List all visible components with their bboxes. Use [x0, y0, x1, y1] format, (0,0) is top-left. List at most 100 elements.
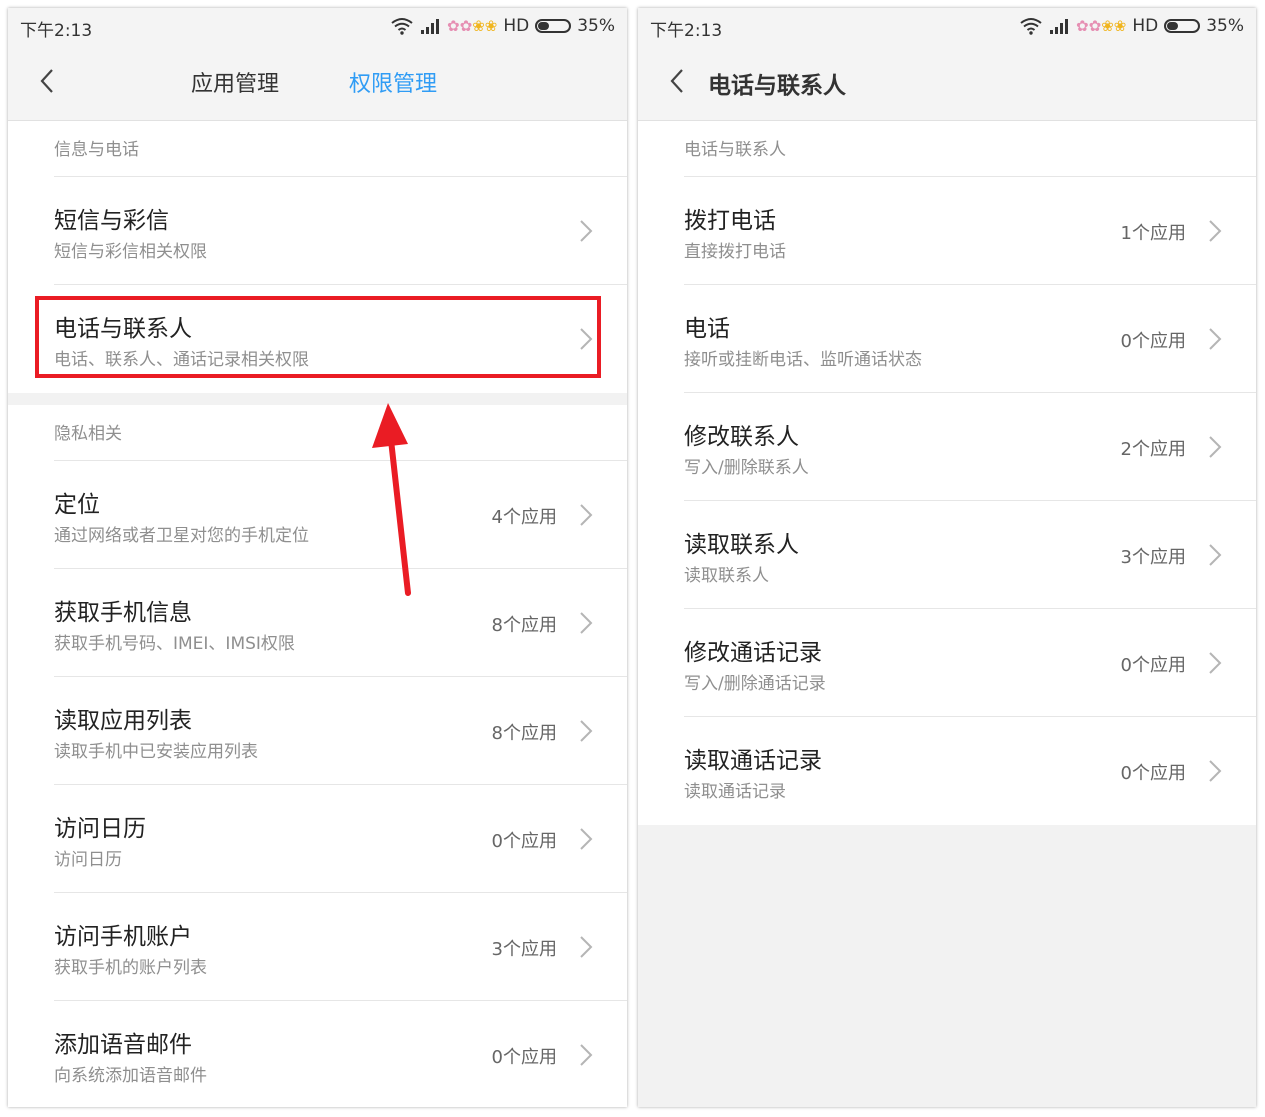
list-item-subtitle: 获取手机号码、IMEI、IMSI权限: [54, 634, 295, 654]
permission-detail-list: 电话与联系人 拨打电话 直接拨打电话 1个应用 电话 接听或挂断电话、监听通话状…: [638, 121, 1256, 1107]
list-item-subtitle: 短信与彩信相关权限: [54, 242, 207, 262]
app-count: 0个应用: [491, 831, 557, 852]
app-count: 0个应用: [1120, 763, 1186, 784]
chevron-right-icon: [580, 328, 593, 350]
chevron-right-icon: [580, 936, 593, 958]
chevron-right-icon: [1209, 544, 1222, 566]
list-item-location[interactable]: 定位 通过网络或者卫星对您的手机定位 4个应用: [8, 461, 627, 569]
chevron-right-icon: [1209, 652, 1222, 674]
list-item-sms[interactable]: 短信与彩信 短信与彩信相关权限: [8, 177, 627, 285]
wifi-icon: [1020, 18, 1042, 35]
app-count: 8个应用: [491, 615, 557, 636]
nav-bar: 应用管理 权限管理: [8, 44, 627, 121]
flower-icon: ✿✿❀❀: [1076, 16, 1127, 35]
section-header-phone-contacts: 电话与联系人: [638, 121, 1256, 177]
list-item-calendar[interactable]: 访问日历 访问日历 0个应用: [8, 785, 627, 893]
tab-permission-manage[interactable]: 权限管理: [349, 66, 437, 98]
list-item-title: 定位: [54, 492, 100, 518]
section-divider: [8, 393, 627, 405]
nav-bar: 电话与联系人: [638, 44, 1256, 121]
flower-icon: ✿✿❀❀: [447, 16, 498, 35]
list-item-title: 读取通话记录: [684, 748, 822, 774]
list-item-title: 电话与联系人: [54, 316, 192, 342]
list-item-read-call-log[interactable]: 读取通话记录 读取通话记录 0个应用: [638, 717, 1256, 825]
app-count: 0个应用: [1120, 655, 1186, 676]
chevron-right-icon: [580, 504, 593, 526]
app-count: 4个应用: [491, 507, 557, 528]
list-item-subtitle: 获取手机的账户列表: [54, 958, 207, 978]
app-count: 1个应用: [1120, 223, 1186, 244]
list-item-phone-info[interactable]: 获取手机信息 获取手机号码、IMEI、IMSI权限 8个应用: [8, 569, 627, 677]
section-header-messages-phone: 信息与电话: [8, 121, 627, 177]
list-item-title: 拨打电话: [684, 208, 776, 234]
status-time: 下午2:13: [650, 21, 723, 41]
list-item-subtitle: 接听或挂断电话、监听通话状态: [684, 350, 922, 370]
status-time: 下午2:13: [20, 21, 93, 41]
list-item-title: 添加语音邮件: [54, 1032, 192, 1058]
app-count: 8个应用: [491, 723, 557, 744]
list-item-title: 访问手机账户: [54, 924, 192, 950]
chevron-right-icon: [580, 828, 593, 850]
page-title: 电话与联系人: [708, 73, 846, 99]
list-item-title: 短信与彩信: [54, 208, 169, 234]
list-item-modify-contacts[interactable]: 修改联系人 写入/删除联系人 2个应用: [638, 393, 1256, 501]
list-item-subtitle: 写入/删除通话记录: [684, 674, 826, 694]
back-arrow-icon[interactable]: [34, 66, 64, 96]
list-item-title: 读取联系人: [684, 532, 799, 558]
section-header-privacy: 隐私相关: [8, 405, 627, 461]
chevron-right-icon: [580, 1044, 593, 1066]
battery-icon: [535, 19, 572, 33]
list-item-phone[interactable]: 电话 接听或挂断电话、监听通话状态 0个应用: [638, 285, 1256, 393]
list-item-modify-call-log[interactable]: 修改通话记录 写入/删除通话记录 0个应用: [638, 609, 1256, 717]
list-item-subtitle: 访问日历: [54, 850, 122, 870]
app-count: 0个应用: [491, 1047, 557, 1068]
chevron-right-icon: [580, 612, 593, 634]
list-item-read-contacts[interactable]: 读取联系人 读取联系人 3个应用: [638, 501, 1256, 609]
battery-icon: [1164, 19, 1201, 33]
battery-percent: 35%: [1206, 16, 1244, 36]
chevron-right-icon: [1209, 220, 1222, 242]
status-icons: ✿✿❀❀ HD 35%: [1020, 14, 1244, 38]
list-item-subtitle: 向系统添加语音邮件: [54, 1066, 207, 1086]
list-item-title: 获取手机信息: [54, 600, 192, 626]
screenshot-canvas: 下午2:13 ✿✿❀❀ HD 35% 应用管理 权限管理 信息与电话 短信与彩信…: [0, 0, 1265, 1117]
tab-app-manage[interactable]: 应用管理: [191, 66, 279, 98]
list-item-title: 访问日历: [54, 816, 146, 842]
list-item-accounts[interactable]: 访问手机账户 获取手机的账户列表 3个应用: [8, 893, 627, 1001]
chevron-right-icon: [1209, 328, 1222, 350]
list-item-subtitle: 读取通话记录: [684, 782, 786, 802]
status-icons: ✿✿❀❀ HD 35%: [391, 14, 615, 38]
list-item-title: 电话: [684, 316, 730, 342]
list-item-title: 修改通话记录: [684, 640, 822, 666]
network-type: HD: [1132, 16, 1159, 36]
status-bar: 下午2:13 ✿✿❀❀ HD 35%: [8, 8, 627, 44]
chevron-right-icon: [580, 720, 593, 742]
empty-area: [638, 825, 1256, 1107]
permission-list: 信息与电话 短信与彩信 短信与彩信相关权限 电话与联系人 电话、联系人、通话记录…: [8, 121, 627, 1107]
phone-contacts-screen: 下午2:13 ✿✿❀❀ HD 35% 电话与联系人 电话与联系人 拨打电话 直接…: [638, 8, 1256, 1107]
permission-manage-screen: 下午2:13 ✿✿❀❀ HD 35% 应用管理 权限管理 信息与电话 短信与彩信…: [8, 8, 627, 1107]
list-item-make-calls[interactable]: 拨打电话 直接拨打电话 1个应用: [638, 177, 1256, 285]
battery-percent: 35%: [577, 16, 615, 36]
list-item-subtitle: 通过网络或者卫星对您的手机定位: [54, 526, 309, 546]
list-item-title: 修改联系人: [684, 424, 799, 450]
list-item-voicemail[interactable]: 添加语音邮件 向系统添加语音邮件 0个应用: [8, 1001, 627, 1107]
network-type: HD: [503, 16, 530, 36]
wifi-icon: [391, 18, 413, 35]
list-item-title: 读取应用列表: [54, 708, 192, 734]
signal-icon: [1050, 19, 1069, 34]
app-count: 2个应用: [1120, 439, 1186, 460]
list-item-subtitle: 读取手机中已安装应用列表: [54, 742, 258, 762]
app-count: 0个应用: [1120, 331, 1186, 352]
list-item-phone-contacts[interactable]: 电话与联系人 电话、联系人、通话记录相关权限: [8, 285, 627, 393]
status-bar: 下午2:13 ✿✿❀❀ HD 35%: [638, 8, 1256, 44]
app-count: 3个应用: [491, 939, 557, 960]
chevron-right-icon: [1209, 436, 1222, 458]
list-item-app-list[interactable]: 读取应用列表 读取手机中已安装应用列表 8个应用: [8, 677, 627, 785]
list-item-subtitle: 写入/删除联系人: [684, 458, 809, 478]
list-item-subtitle: 电话、联系人、通话记录相关权限: [54, 350, 309, 370]
back-arrow-icon[interactable]: [664, 66, 694, 96]
list-item-subtitle: 读取联系人: [684, 566, 769, 586]
app-count: 3个应用: [1120, 547, 1186, 568]
list-item-subtitle: 直接拨打电话: [684, 242, 786, 262]
